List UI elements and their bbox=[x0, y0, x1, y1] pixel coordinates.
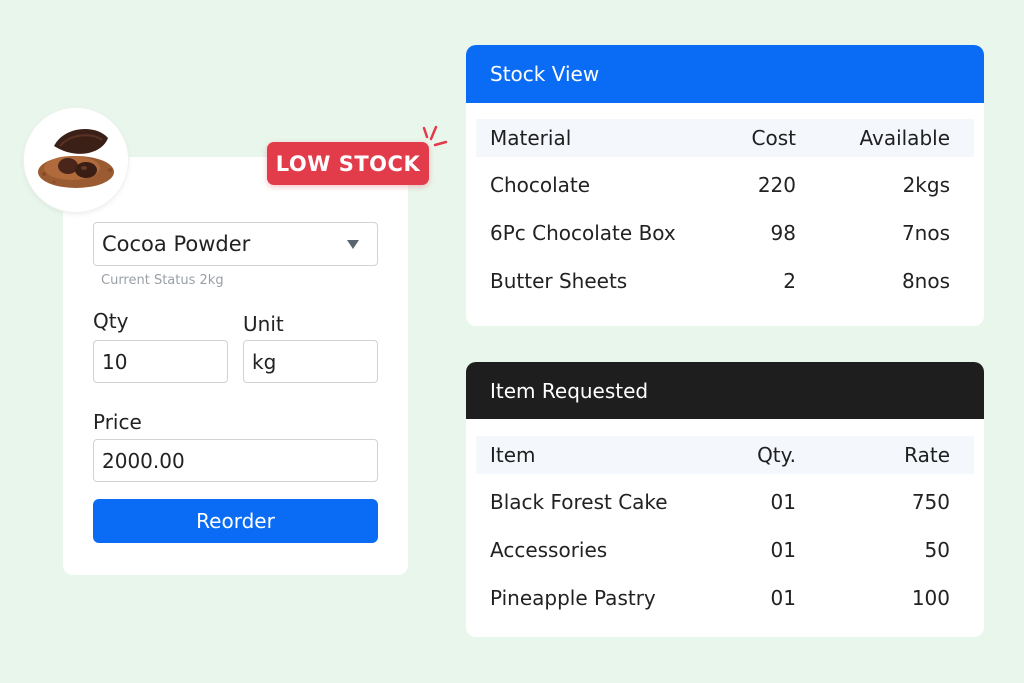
column-header-qty: Qty. bbox=[757, 443, 796, 467]
rate-cell: 100 bbox=[911, 586, 950, 610]
material-cell: Chocolate bbox=[490, 173, 591, 197]
rate-cell: 750 bbox=[911, 490, 950, 514]
reorder-button[interactable]: Reorder bbox=[93, 499, 378, 543]
table-row[interactable]: Black Forest Cake 01 750 bbox=[476, 478, 974, 526]
material-cell: 6Pc Chocolate Box bbox=[490, 221, 676, 245]
qty-cell: 01 bbox=[770, 586, 796, 610]
price-label: Price bbox=[93, 410, 142, 434]
qty-cell: 01 bbox=[770, 538, 796, 562]
material-select-value: Cocoa Powder bbox=[102, 232, 251, 256]
table-row[interactable]: Accessories 01 50 bbox=[476, 526, 974, 574]
table-row[interactable]: Pineapple Pastry 01 100 bbox=[476, 574, 974, 622]
table-row[interactable]: Chocolate 220 2kgs bbox=[476, 161, 974, 209]
price-input[interactable]: 2000.00 bbox=[93, 439, 378, 482]
item-cell: Black Forest Cake bbox=[490, 490, 668, 514]
cocoa-image-icon bbox=[24, 108, 128, 212]
item-requested-title: Item Requested bbox=[466, 362, 984, 419]
available-cell: 8nos bbox=[901, 269, 950, 293]
column-header-material: Material bbox=[490, 126, 572, 150]
unit-label: Unit bbox=[243, 312, 284, 336]
stock-table: Material Cost Available Chocolate 220 2k… bbox=[476, 119, 974, 305]
column-header-rate: Rate bbox=[904, 443, 950, 467]
item-requested-panel: Item Requested Item Qty. Rate Black Fore… bbox=[466, 362, 984, 637]
alert-burst-icon bbox=[422, 125, 448, 147]
column-header-cost: Cost bbox=[751, 126, 796, 150]
chevron-down-icon bbox=[347, 240, 359, 249]
qty-label: Qty bbox=[93, 309, 129, 333]
table-row[interactable]: Butter Sheets 2 8nos bbox=[476, 257, 974, 305]
rate-cell: 50 bbox=[924, 538, 950, 562]
table-header: Material Cost Available bbox=[476, 119, 974, 157]
material-cell: Butter Sheets bbox=[490, 269, 628, 293]
current-status-text: Current Status 2kg bbox=[101, 273, 224, 288]
stock-view-title: Stock View bbox=[466, 45, 984, 103]
product-image bbox=[24, 108, 128, 212]
cost-cell: 2 bbox=[783, 269, 796, 293]
cost-cell: 98 bbox=[770, 221, 796, 245]
unit-input[interactable]: kg bbox=[243, 340, 378, 383]
stock-view-panel: Stock View Material Cost Available Choco… bbox=[466, 45, 984, 326]
column-header-available: Available bbox=[859, 126, 950, 150]
table-header: Item Qty. Rate bbox=[476, 436, 974, 474]
low-stock-badge: LOW STOCK bbox=[267, 142, 429, 185]
requested-table: Item Qty. Rate Black Forest Cake 01 750 … bbox=[476, 436, 974, 622]
cost-cell: 220 bbox=[757, 173, 796, 197]
qty-cell: 01 bbox=[770, 490, 796, 514]
available-cell: 2kgs bbox=[902, 173, 950, 197]
item-cell: Pineapple Pastry bbox=[490, 586, 656, 610]
item-cell: Accessories bbox=[490, 538, 608, 562]
column-header-item: Item bbox=[490, 443, 536, 467]
available-cell: 7nos bbox=[901, 221, 950, 245]
material-select[interactable]: Cocoa Powder bbox=[93, 222, 378, 266]
qty-input[interactable]: 10 bbox=[93, 340, 228, 383]
table-row[interactable]: 6Pc Chocolate Box 98 7nos bbox=[476, 209, 974, 257]
